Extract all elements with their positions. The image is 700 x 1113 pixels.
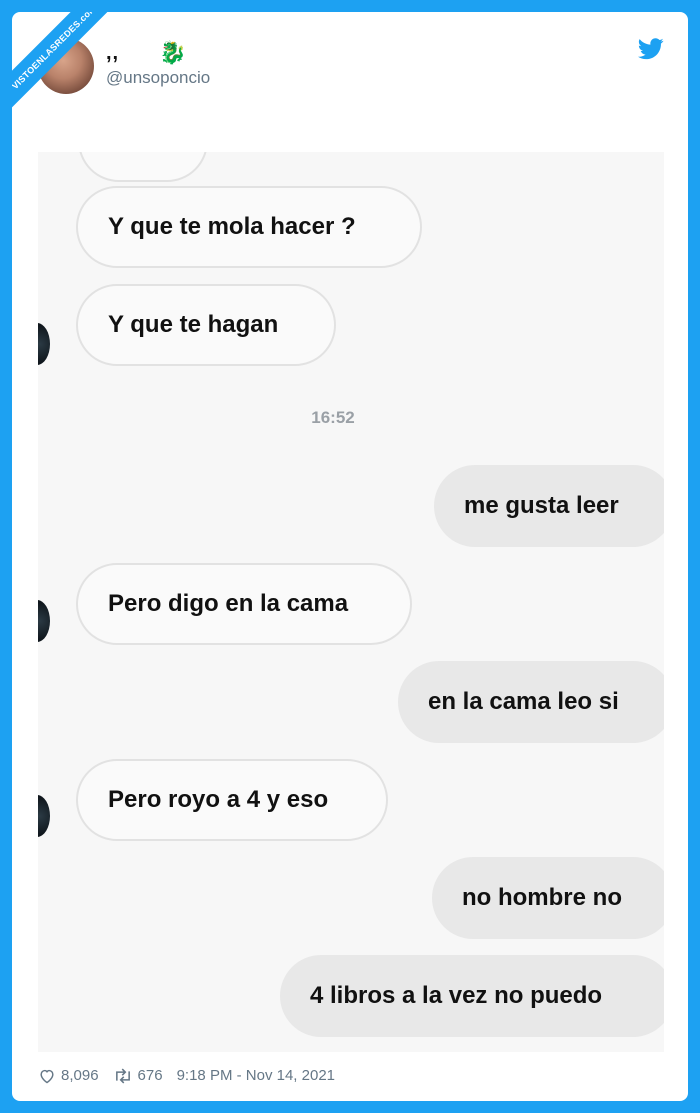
- message-bubble-in: Y que te hagan: [76, 284, 336, 366]
- retweet-icon: [115, 1068, 130, 1083]
- contact-avatar: [38, 600, 50, 642]
- message-bubble-out: me gusta leer: [434, 465, 664, 547]
- user-handle[interactable]: @unsoponcio: [106, 68, 210, 88]
- message-bubble-out: 4 libros a la vez no puedo: [280, 955, 664, 1037]
- display-name[interactable]: ,,: [106, 42, 119, 65]
- tweet-datetime[interactable]: 9:18 PM - Nov 14, 2021: [177, 1067, 335, 1084]
- message-bubble-out: en la cama leo si: [398, 661, 664, 743]
- chat-timestamp: 16:52: [311, 408, 355, 427]
- message-bubble-in: Y que te mola hacer ?: [76, 186, 422, 268]
- contact-avatar: [38, 795, 50, 837]
- message-bubble-out: no hombre no: [432, 857, 664, 939]
- contact-avatar: [38, 323, 50, 365]
- retweets-stat[interactable]: 676: [113, 1067, 163, 1084]
- message-bubble-in: Pero royo a 4 y eso: [76, 759, 388, 841]
- likes-count: 8,096: [61, 1067, 99, 1084]
- twitter-bird-icon[interactable]: [638, 38, 664, 60]
- user-name-row: ,, 🐉: [106, 40, 187, 66]
- retweets-count: 676: [137, 1067, 163, 1084]
- message-bubble-in: Pero digo en la cama: [76, 563, 412, 645]
- cropped-bubble: [78, 152, 208, 182]
- dragon-emoji-icon: 🐉: [159, 40, 187, 65]
- tweet-footer: 8,096 676 9:18 PM - Nov 14, 2021: [38, 1067, 335, 1084]
- chat-screenshot: Y que te mola hacer ? Y que te hagan 16:…: [38, 152, 664, 1052]
- likes-stat[interactable]: 8,096: [38, 1067, 99, 1084]
- tweet-card: VISTOENLASREDES.com ,, 🐉 @unsoponcio Y q…: [12, 12, 688, 1101]
- heart-icon: [40, 1069, 54, 1083]
